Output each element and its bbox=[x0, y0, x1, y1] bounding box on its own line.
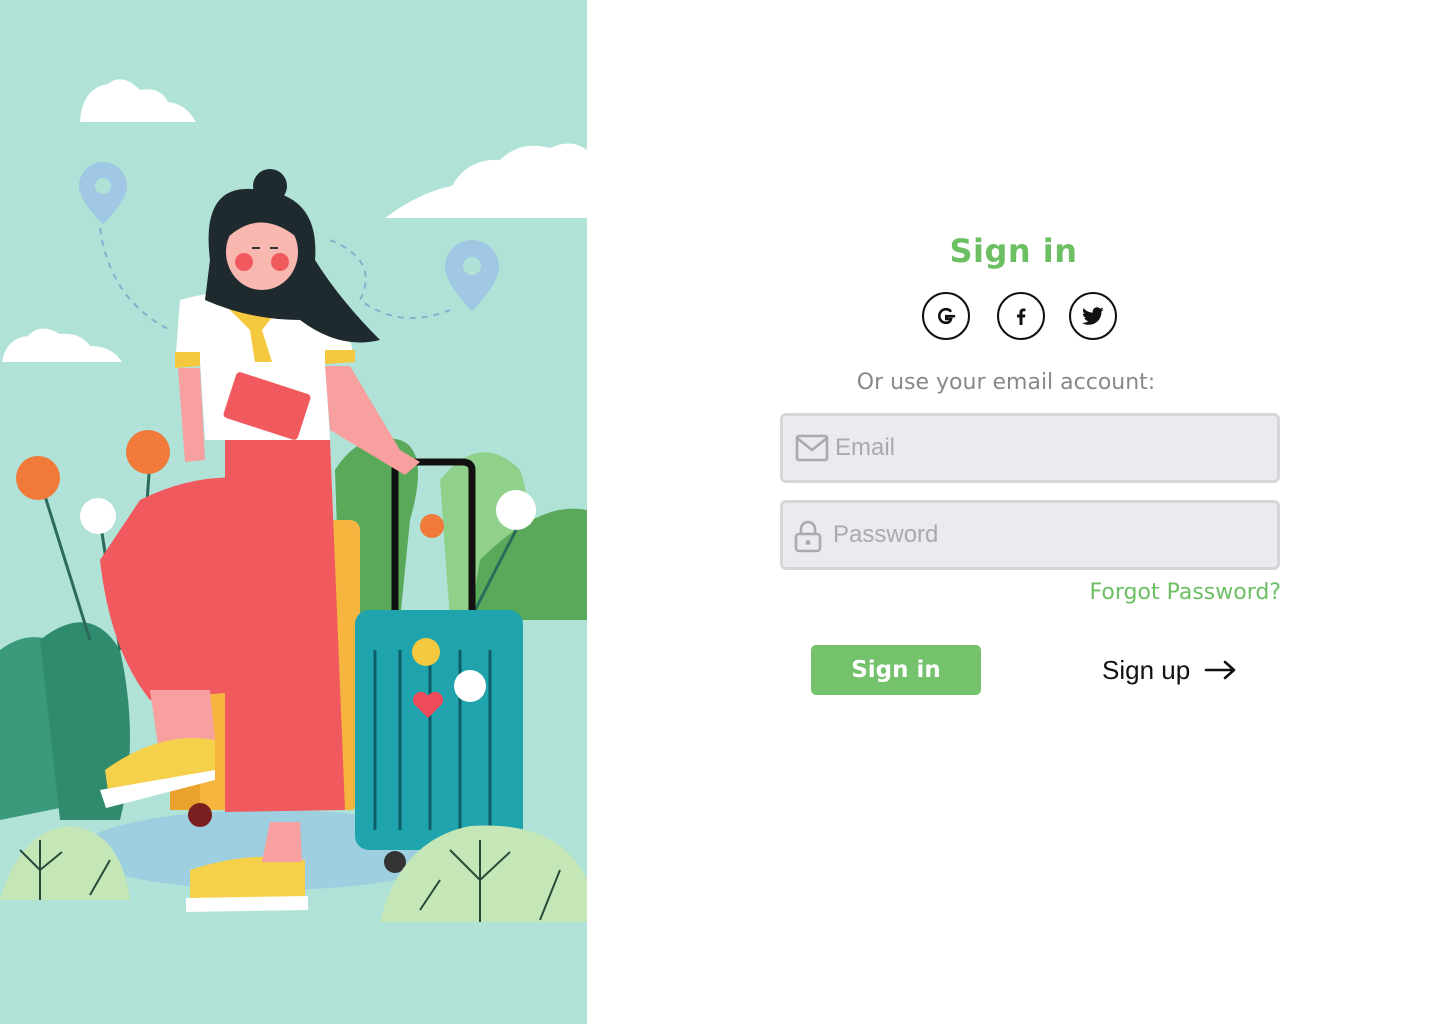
email-input[interactable] bbox=[835, 416, 1265, 480]
password-field[interactable] bbox=[780, 500, 1280, 570]
email-hint-text: Or use your email account: bbox=[856, 370, 1156, 395]
twitter-icon bbox=[1081, 307, 1104, 325]
password-input[interactable] bbox=[833, 503, 1263, 567]
twitter-signin-button[interactable] bbox=[1069, 292, 1117, 340]
mail-icon bbox=[795, 434, 829, 462]
facebook-signin-button[interactable] bbox=[997, 292, 1045, 340]
signin-title: Sign in bbox=[949, 232, 1078, 270]
forgot-password-link[interactable]: Forgot Password? bbox=[1090, 580, 1281, 605]
travel-girl-illustration bbox=[0, 79, 587, 922]
arrow-right-icon bbox=[1204, 660, 1236, 680]
google-icon bbox=[937, 307, 956, 325]
travel-illustration bbox=[0, 0, 587, 1024]
signup-link[interactable]: Sign up bbox=[1102, 650, 1238, 690]
signin-button[interactable]: Sign in bbox=[811, 645, 981, 695]
email-field[interactable] bbox=[780, 413, 1280, 483]
facebook-icon bbox=[1017, 308, 1026, 325]
signin-panel: Sign in Or use your email account: Forgo… bbox=[587, 0, 1440, 1024]
lock-icon bbox=[794, 520, 822, 553]
signup-label: Sign up bbox=[1102, 654, 1191, 685]
google-signin-button[interactable] bbox=[922, 292, 970, 340]
